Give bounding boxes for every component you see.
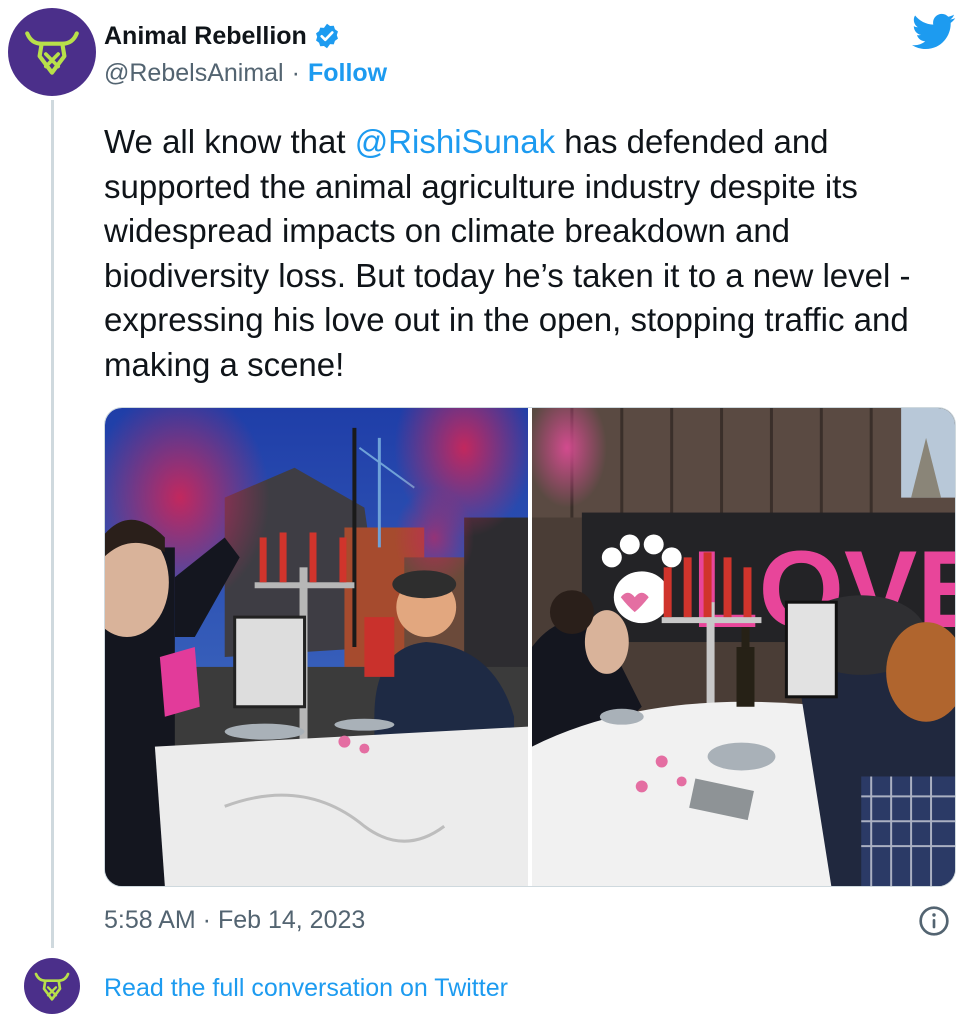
bull-head-logo-icon	[34, 972, 70, 1001]
author-avatar[interactable]	[8, 8, 96, 96]
photo-right[interactable]: LOVE	[531, 408, 955, 886]
thread-line	[51, 100, 54, 948]
author-handle-row: @RebelsAnimal · Follow	[104, 56, 387, 90]
bull-head-logo-icon	[25, 31, 79, 75]
tweet-text-start: We all know that	[104, 123, 355, 160]
twitter-bird-icon[interactable]	[912, 12, 956, 52]
tweet-text-rest: has defended and supported the animal ag…	[104, 123, 911, 383]
author-handle[interactable]: @RebelsAnimal	[104, 59, 284, 88]
photo-left[interactable]	[105, 408, 528, 886]
protest-dinner-photo-left	[105, 408, 528, 886]
author-name-row[interactable]: Animal Rebellion	[104, 18, 341, 54]
author-name[interactable]: Animal Rebellion	[104, 22, 307, 51]
protest-dinner-photo-right: LOVE	[531, 408, 955, 886]
footer-avatar[interactable]	[24, 958, 80, 1014]
tweet-text: We all know that @RishiSunak has defende…	[104, 120, 964, 387]
mention-link[interactable]: @RishiSunak	[355, 123, 555, 160]
read-full-conversation-link[interactable]: Read the full conversation on Twitter	[104, 970, 508, 1006]
tweet-timestamp[interactable]: 5:58 AM · Feb 14, 2023	[104, 902, 365, 938]
info-icon[interactable]	[918, 905, 950, 937]
follow-link[interactable]: Follow	[308, 59, 387, 88]
tweet-media: LOVE	[104, 407, 956, 887]
verified-badge-icon	[315, 23, 338, 49]
separator-dot: ·	[291, 58, 300, 87]
